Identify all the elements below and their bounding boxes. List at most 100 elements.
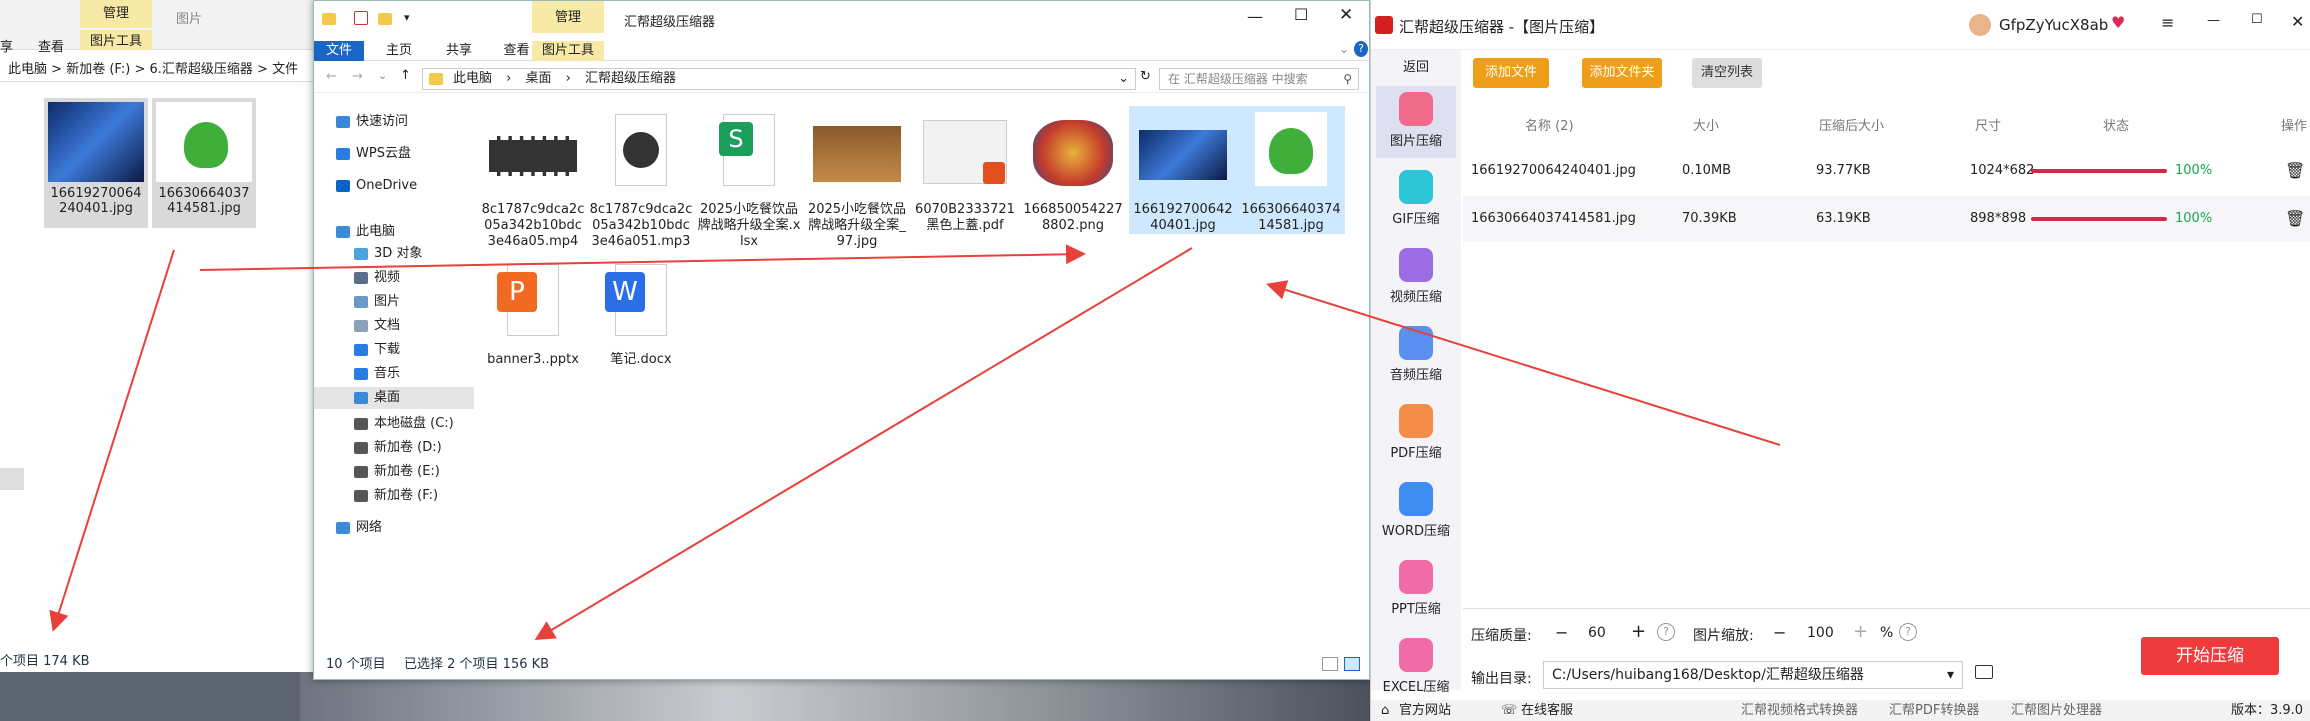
file-item[interactable]: 16619270064240401.jpg (1129, 106, 1237, 234)
table-row[interactable]: 16619270064240401.jpg 0.10MB 93.77KB 1024*6… (1463, 148, 2310, 194)
sidebar-item[interactable]: 网络 (314, 517, 474, 539)
avatar[interactable] (1969, 14, 1991, 36)
file-item[interactable]: 16630664037414581.jpg (1237, 106, 1345, 234)
sidebar-item[interactable]: WPS云盘 (314, 143, 474, 165)
back-address-bar[interactable]: 此电脑 > 新加卷 (F:) > 6.汇帮超级压缩器 > 文件 (0, 58, 320, 82)
trash-icon[interactable]: 🗑 (2285, 148, 2305, 194)
file-item[interactable]: 2025小吃餐饮品牌战略升级全案_97.jpg (803, 106, 911, 250)
open-folder-icon[interactable] (1975, 665, 1993, 679)
back-picture-tools-tab[interactable]: 图片工具 (80, 30, 152, 50)
manage-tab[interactable]: 管理 (532, 1, 604, 33)
sidebar-item[interactable]: 本地磁盘 (C:) (314, 413, 474, 435)
file-item[interactable]: S 2025小吃餐饮品牌战略升级全案.xlsx (695, 106, 803, 250)
forward-arrow-icon[interactable]: → (352, 69, 363, 84)
footer-link[interactable]: 汇帮视频格式转换器 (1741, 700, 1858, 721)
sidebar-item[interactable]: 此电脑 (314, 221, 474, 243)
scale-value[interactable]: 100 (1807, 625, 1834, 641)
nav-item[interactable]: EXCEL压缩 (1376, 632, 1456, 704)
nav-item[interactable]: 音频压缩 (1376, 320, 1456, 392)
username[interactable]: GfpZyYucX8ab (1999, 16, 2108, 34)
sidebar-item[interactable]: 音乐 (314, 363, 474, 385)
sidebar-item[interactable]: 图片 (314, 291, 474, 313)
large-icons-view-icon[interactable] (1344, 657, 1360, 671)
back-file-thumb[interactable]: 16619270064240401.jpg (44, 98, 148, 228)
quality-value[interactable]: 60 (1588, 625, 1606, 641)
vip-heart-icon[interactable]: ♥ (2111, 13, 2125, 32)
address-bar[interactable]: 此电脑 › 桌面 › 汇帮超级压缩器 ⌄ (422, 68, 1136, 90)
scale-increase-button[interactable]: + (1853, 621, 1868, 642)
back-tab-share[interactable]: 享 (0, 36, 13, 55)
up-arrow-icon[interactable]: ↑ (400, 68, 411, 83)
nav-item[interactable]: WORD压缩 (1376, 476, 1456, 548)
website-link[interactable]: 官方网站 (1399, 700, 1451, 721)
col-size[interactable]: 大小 (1693, 115, 1719, 134)
back-tab-picture[interactable]: 图片 (176, 8, 202, 27)
footer-link[interactable]: 汇帮PDF转换器 (1889, 700, 1979, 721)
file-item[interactable]: Pbanner3..pptx (479, 256, 587, 368)
col-dimensions[interactable]: 尺寸 (1975, 115, 2001, 134)
file-item[interactable]: 8c1787c9dca2c05a342b10bdc3e46a05.mp4 (479, 106, 587, 250)
help-icon[interactable]: ? (1354, 41, 1368, 57)
col-compressed-size[interactable]: 压缩后大小 (1819, 115, 1884, 134)
back-tab-view[interactable]: 查看 (38, 36, 64, 55)
file-item[interactable]: W 笔记.docx (587, 256, 695, 368)
quality-help-icon[interactable]: ? (1657, 623, 1675, 641)
scale-decrease-button[interactable]: − (1773, 623, 1786, 642)
sidebar-item[interactable]: 3D 对象 (314, 243, 474, 265)
start-compress-button[interactable]: 开始压缩 (2141, 637, 2279, 675)
quality-decrease-button[interactable]: − (1555, 623, 1568, 642)
trash-icon[interactable]: 🗑 (2285, 196, 2305, 242)
nav-item[interactable]: 视频压缩 (1376, 242, 1456, 314)
address-crumb[interactable]: 桌面 (526, 71, 552, 86)
back-crumb[interactable]: 6.汇帮超级压缩器 (149, 62, 252, 77)
maximize-icon[interactable]: ☐ (2251, 12, 2263, 27)
tab-home[interactable]: 主页 (374, 41, 424, 61)
tab-share[interactable]: 共享 (434, 41, 484, 61)
menu-icon[interactable]: ≡ (2161, 13, 2174, 32)
close-icon[interactable]: ✕ (1339, 5, 1353, 25)
new-folder-icon[interactable] (378, 13, 392, 25)
refresh-icon[interactable]: ↻ (1140, 69, 1151, 84)
tab-file[interactable]: 文件 (314, 41, 364, 61)
recent-dropdown-icon[interactable]: ⌄ (378, 69, 387, 82)
quick-access-dropdown-icon[interactable]: ▾ (404, 11, 410, 24)
sidebar-item[interactable]: 快速访问 (314, 111, 474, 133)
clear-list-button[interactable]: 清空列表 (1692, 58, 1762, 88)
nav-item[interactable]: PPT压缩 (1376, 554, 1456, 626)
details-view-icon[interactable] (1322, 657, 1338, 671)
sidebar-item[interactable]: 新加卷 (E:) (314, 461, 474, 483)
sidebar-item[interactable]: 文档 (314, 315, 474, 337)
ribbon-expand-icon[interactable]: ⌄ (1339, 42, 1349, 56)
nav-item[interactable]: GIF压缩 (1376, 164, 1456, 236)
sidebar-item[interactable]: 视频 (314, 267, 474, 289)
minimize-icon[interactable]: — (2207, 13, 2220, 28)
back-arrow-icon[interactable]: ← (326, 69, 337, 84)
back-manage-tab[interactable]: 管理 (80, 0, 152, 28)
sidebar-item[interactable]: 新加卷 (D:) (314, 437, 474, 459)
address-crumb[interactable]: 汇帮超级压缩器 (585, 71, 676, 86)
back-crumb[interactable]: 新加卷 (F:) (66, 62, 130, 77)
nav-item[interactable]: PDF压缩 (1376, 398, 1456, 470)
properties-icon[interactable] (354, 11, 368, 25)
col-name[interactable]: 名称 (2) (1525, 115, 1574, 134)
close-icon[interactable]: ✕ (2291, 12, 2304, 31)
output-path-select[interactable]: C:/Users/huibang168/Desktop/汇帮超级压缩器 ▾ (1543, 661, 1963, 689)
minimize-icon[interactable]: — (1247, 7, 1263, 26)
add-folder-button[interactable]: 添加文件夹 (1582, 58, 1662, 88)
back-button[interactable]: 返回 (1371, 56, 1461, 75)
file-item[interactable]: 1668500542278802.png (1019, 106, 1127, 234)
nav-item[interactable]: 图片压缩 (1376, 86, 1456, 158)
tab-picture-tools[interactable]: 图片工具 (532, 41, 604, 61)
scale-help-icon[interactable]: ? (1899, 623, 1917, 641)
sidebar-item[interactable]: 桌面 (314, 387, 474, 409)
sidebar-item[interactable]: OneDrive (314, 175, 474, 197)
file-item[interactable]: 6070B2333721黑色上蓋.pdf (911, 106, 1019, 234)
address-dropdown-icon[interactable]: ⌄ (1118, 69, 1129, 89)
footer-link[interactable]: 汇帮图片处理器 (2011, 700, 2102, 721)
search-input[interactable]: 在 汇帮超级压缩器 中搜索 ⚲ (1159, 68, 1359, 90)
address-crumb[interactable]: 此电脑 (453, 71, 492, 86)
maximize-icon[interactable]: ☐ (1294, 5, 1308, 24)
sidebar-item[interactable]: 下载 (314, 339, 474, 361)
back-file-thumb[interactable]: 16630664037414581.jpg (152, 98, 256, 228)
table-row[interactable]: 16630664037414581.jpg 70.39KB 63.19KB 898*8… (1463, 196, 2310, 242)
